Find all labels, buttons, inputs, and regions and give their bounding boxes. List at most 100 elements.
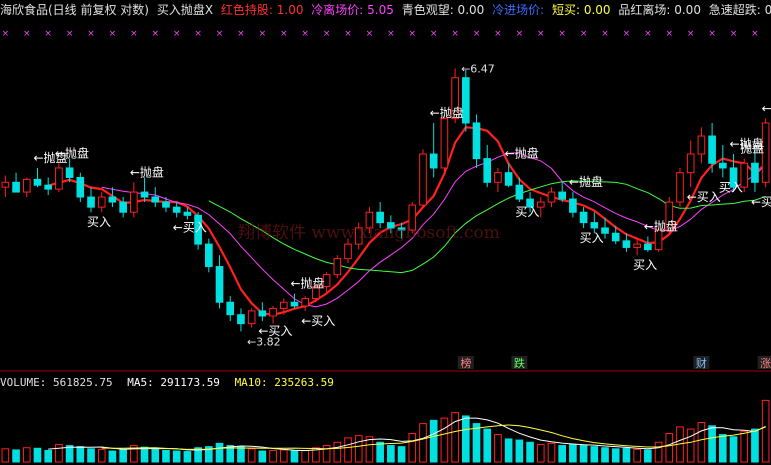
signal-x-mark: × — [494, 29, 502, 39]
candle-body — [258, 310, 267, 317]
volume-bar — [12, 449, 20, 463]
sell-signal-label: ←抛盘 — [430, 105, 464, 120]
candle-body — [55, 167, 63, 190]
volume-bar — [87, 448, 95, 463]
indicator-item-2: 冷离场价: 5.05 — [311, 3, 394, 17]
volume-ma10: MA10: 235263.59 — [234, 376, 334, 389]
candle-body — [515, 184, 524, 200]
volume-bar — [333, 441, 342, 463]
volume-bar — [461, 415, 470, 463]
volume-bar — [708, 425, 716, 463]
candle-body — [44, 184, 53, 190]
volume-bar — [44, 449, 53, 463]
volume-bar — [440, 417, 449, 463]
signal-x-mark: × — [109, 29, 117, 39]
volume-bar — [408, 432, 417, 463]
event-badge: 涨 — [760, 357, 771, 370]
sell-signal-label: 抛盘 — [740, 141, 764, 156]
candle-body — [590, 222, 599, 229]
candle-body — [344, 243, 352, 260]
volume-bar — [429, 419, 438, 463]
candle-body — [183, 211, 192, 216]
volume-bar — [172, 450, 181, 463]
candle-body — [333, 258, 342, 276]
event-badge: 榜 — [460, 356, 471, 370]
indicator-item-3: 青色观望: 0.00 — [401, 3, 485, 17]
volume-bar — [301, 449, 310, 463]
volume-bar — [183, 451, 192, 463]
indicator-item-7: 急速超跌: 0.00 — [708, 3, 771, 17]
candle-body — [472, 122, 481, 160]
volume-bar — [729, 436, 738, 463]
volume-bar — [387, 445, 395, 463]
candle-body — [440, 118, 449, 169]
volume-bar — [97, 448, 106, 463]
signal-x-mark: × — [601, 29, 609, 39]
signal-x-mark: × — [173, 29, 181, 39]
candle-body — [697, 135, 706, 155]
candle-body — [569, 198, 577, 213]
volume-bar — [237, 446, 245, 463]
buy-signal-label: ←买入 — [301, 314, 335, 328]
candle-body — [622, 240, 631, 248]
sell-signal-label: ←抛盘 — [55, 145, 89, 160]
volume-bar — [76, 446, 85, 463]
signal-x-mark: × — [623, 29, 631, 39]
buy-signal-label: 买入 — [580, 231, 604, 245]
volume-bar — [55, 443, 63, 463]
buy-signal-label: ←买入 — [751, 195, 771, 209]
volume-bar — [162, 449, 170, 463]
candle-body — [33, 178, 42, 186]
volume-bar — [344, 437, 352, 463]
candle-body — [494, 172, 502, 183]
volume-bar — [472, 423, 481, 463]
volume-bar — [22, 447, 31, 463]
stock-title: 海欣食品(日线 前复权 对数) — [0, 3, 149, 17]
volume-bar — [279, 449, 288, 463]
candle-body — [1, 181, 10, 188]
candle-body — [579, 211, 588, 224]
signal-x-mark: × — [751, 29, 759, 39]
signal-x-mark: × — [580, 29, 588, 39]
volume-bar — [697, 422, 706, 463]
signal-x-mark: × — [665, 29, 673, 39]
sell-signal-label: ←抛盘 — [290, 276, 324, 291]
candle-body — [237, 314, 245, 325]
candle-body — [611, 232, 620, 242]
volume-bar — [494, 434, 502, 463]
signal-x-mark: × — [344, 29, 352, 39]
watermark: 翔博软件 www.xiangbosoft.com — [238, 223, 500, 243]
volume-bar — [611, 448, 620, 463]
volume-bar — [622, 447, 631, 463]
candle-body — [751, 162, 759, 183]
candle-body — [12, 181, 20, 193]
candle-body — [419, 153, 427, 206]
volume-bar — [247, 448, 256, 463]
volume-bar — [644, 449, 652, 463]
volume-bar — [65, 445, 74, 463]
volume-bar — [376, 441, 384, 463]
candle-body — [279, 301, 288, 309]
event-badge: 跌 — [514, 356, 525, 370]
high-price-label: ←6.47 — [461, 62, 495, 75]
signal-x-mark: × — [151, 29, 159, 39]
volume-bar — [1, 448, 10, 463]
candle-body — [644, 243, 652, 251]
candle-body — [108, 196, 117, 203]
signal-x-mark: × — [708, 29, 716, 39]
candle-body — [76, 176, 85, 198]
indicator-item-4: 冷进场价: — [492, 3, 548, 17]
signal-x-mark: × — [280, 29, 288, 39]
volume-bar — [718, 434, 727, 463]
signal-x-mark: × — [87, 29, 95, 39]
sell-signal-label: ←抛盘 — [569, 174, 603, 189]
candle-body — [290, 301, 299, 307]
signal-x-mark: × — [387, 29, 395, 39]
volume-bar — [451, 412, 459, 463]
candle-body — [301, 298, 310, 307]
signal-x-mark: × — [366, 29, 374, 39]
candle-body — [22, 178, 31, 193]
signal-x-mark: × — [408, 29, 416, 39]
candle-body — [65, 167, 74, 178]
candle-body — [269, 307, 277, 317]
